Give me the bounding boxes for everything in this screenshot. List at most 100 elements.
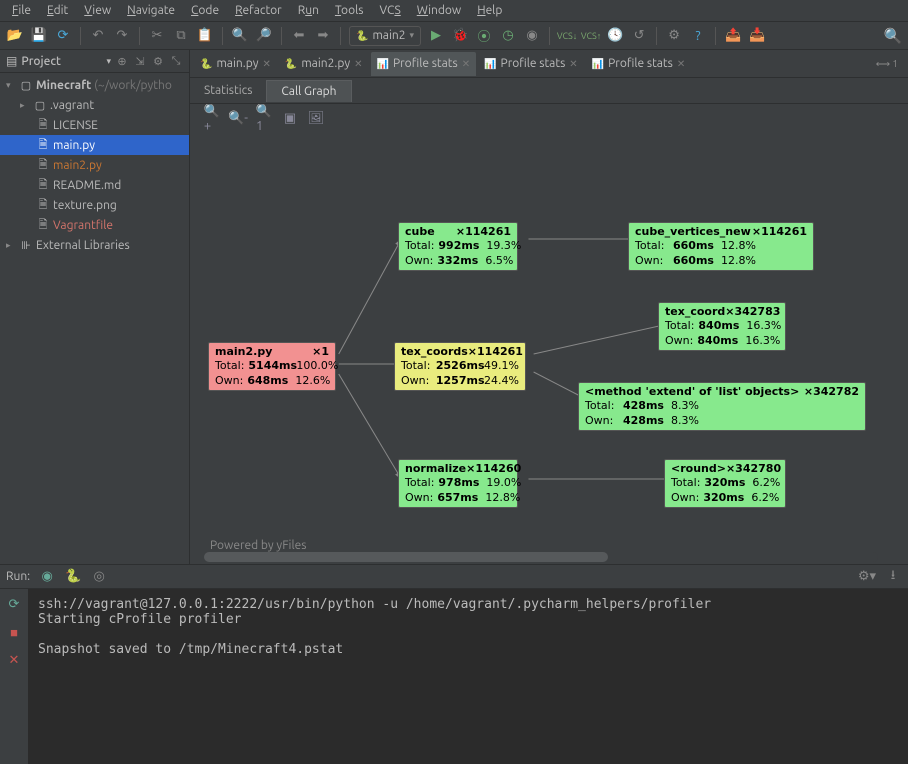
gear-icon[interactable]: ⚙▾ bbox=[858, 568, 876, 586]
project-tool-icon: ▤ bbox=[6, 54, 17, 68]
menu-navigate[interactable]: Navigate bbox=[119, 2, 183, 19]
menu-view[interactable]: View bbox=[76, 2, 119, 19]
download-icon[interactable]: ⭳ bbox=[884, 568, 902, 586]
tree-file-readme[interactable]: 🗎 README.md bbox=[0, 175, 189, 195]
project-root[interactable]: ▾ ▢ Minecraft (~/work/pytho bbox=[0, 75, 189, 95]
coverage-icon[interactable]: ⦿ bbox=[475, 27, 493, 45]
back-icon[interactable]: ⬅ bbox=[290, 27, 308, 45]
subtab-call-graph[interactable]: Call Graph bbox=[266, 80, 351, 102]
close-icon[interactable]: ✕ bbox=[677, 58, 685, 70]
separator bbox=[139, 27, 140, 45]
tree-file-vagrantfile[interactable]: 🗎 Vagrantfile bbox=[0, 215, 189, 235]
search-everywhere-icon[interactable]: 🔍 bbox=[884, 27, 902, 45]
call-graph-canvas[interactable]: 🔍+ 🔍- 🔍1 ▣ 🖼 bbox=[190, 104, 908, 564]
run-console[interactable]: ssh://vagrant@127.0.0.1:2222/usr/bin/pyt… bbox=[28, 589, 908, 764]
graph-toolbar: 🔍+ 🔍- 🔍1 ▣ 🖼 bbox=[204, 110, 324, 126]
run-target-icon[interactable]: ◉ bbox=[38, 568, 56, 586]
close-icon[interactable]: ✕ bbox=[569, 58, 577, 70]
menu-window[interactable]: Window bbox=[409, 2, 469, 19]
zoom-out-icon[interactable]: 🔍- bbox=[230, 110, 246, 126]
tree-file-license[interactable]: 🗎 LICENSE bbox=[0, 115, 189, 135]
vcs-history-icon[interactable]: 🕓 bbox=[606, 27, 624, 45]
rerun-icon[interactable]: ⟳ bbox=[5, 595, 23, 613]
profile-icon[interactable]: ◷ bbox=[499, 27, 517, 45]
vcs-revert-icon[interactable]: ↺ bbox=[630, 27, 648, 45]
tab-main2-py[interactable]: 🐍 main2.py ✕ bbox=[279, 52, 369, 76]
fit-icon[interactable]: ▣ bbox=[282, 110, 298, 126]
target-icon[interactable]: ⊕ bbox=[115, 54, 129, 68]
collapse-icon[interactable]: ⇲ bbox=[133, 54, 147, 68]
cut-icon[interactable]: ✂ bbox=[148, 27, 166, 45]
copy-icon[interactable]: ⧉ bbox=[172, 27, 190, 45]
horizontal-scrollbar[interactable] bbox=[204, 552, 878, 562]
node-cube[interactable]: cube×114261 Total:992ms19.3% Own:332ms6.… bbox=[398, 222, 518, 271]
menu-vcs[interactable]: VCS bbox=[371, 2, 408, 19]
hide-icon[interactable]: ⤡ bbox=[169, 54, 183, 68]
node-normalize[interactable]: normalize×114260 Total:978ms19.0% Own:65… bbox=[398, 459, 518, 508]
deployment-icon[interactable]: 📤 bbox=[724, 27, 742, 45]
menu-run[interactable]: Run bbox=[290, 2, 327, 19]
replace-icon[interactable]: 🔎 bbox=[255, 27, 273, 45]
profile-icon: 📊 bbox=[484, 58, 496, 70]
menu-help[interactable]: Help bbox=[469, 2, 510, 19]
node-cube-vertices-new[interactable]: cube_vertices_new×114261 Total:660ms12.8… bbox=[628, 222, 814, 271]
save-all-icon[interactable]: 💾 bbox=[30, 27, 48, 45]
subtab-statistics[interactable]: Statistics bbox=[190, 80, 266, 101]
menu-edit[interactable]: Edit bbox=[39, 2, 76, 19]
concurrency-icon[interactable]: ◉ bbox=[523, 27, 541, 45]
vcs-update-icon[interactable]: VCS↓ bbox=[558, 27, 576, 45]
redo-icon[interactable]: ↷ bbox=[113, 27, 131, 45]
tab-profile-stats-1[interactable]: 📊 Profile stats ✕ bbox=[371, 52, 477, 76]
close-icon[interactable]: ✕ bbox=[354, 58, 362, 70]
python-icon[interactable]: 🐍 bbox=[64, 568, 82, 586]
find-icon[interactable]: 🔍 bbox=[231, 27, 249, 45]
project-tree[interactable]: ▾ ▢ Minecraft (~/work/pytho ▸ ▢ .vagrant… bbox=[0, 73, 189, 564]
close-icon[interactable]: ✕ bbox=[262, 58, 270, 70]
forward-icon[interactable]: ➡ bbox=[314, 27, 332, 45]
node-round[interactable]: <round>×342780 Total:320ms6.2% Own:320ms… bbox=[664, 459, 786, 508]
help-icon[interactable]: ? bbox=[689, 27, 707, 45]
node-tex-coords[interactable]: tex_coords×114261 Total:2526ms49.1% Own:… bbox=[394, 342, 526, 391]
library-icon: ⊪ bbox=[19, 239, 33, 252]
stop-icon[interactable]: ■ bbox=[5, 623, 23, 641]
vcs-commit-icon[interactable]: VCS↑ bbox=[582, 27, 600, 45]
deployment-download-icon[interactable]: 📥 bbox=[748, 27, 766, 45]
close-icon[interactable]: ✕ bbox=[5, 651, 23, 669]
menu-code[interactable]: Code bbox=[183, 2, 227, 19]
sync-icon[interactable]: ⟳ bbox=[54, 27, 72, 45]
menu-refactor[interactable]: Refactor bbox=[227, 2, 290, 19]
scrollbar-thumb[interactable] bbox=[204, 552, 608, 562]
open-icon[interactable]: 📂 bbox=[6, 27, 24, 45]
undo-icon[interactable]: ↶ bbox=[89, 27, 107, 45]
external-libraries[interactable]: ▸ ⊪ External Libraries bbox=[0, 235, 189, 255]
file-icon: 🗎 bbox=[36, 216, 50, 235]
tab-profile-stats-2[interactable]: 📊 Profile stats ✕ bbox=[478, 52, 584, 76]
tab-main-py[interactable]: 🐍 main.py ✕ bbox=[194, 52, 277, 76]
tree-file-main2-py[interactable]: 🗎 main2.py bbox=[0, 155, 189, 175]
node-list-extend[interactable]: <method 'extend' of 'list' objects>×3427… bbox=[578, 382, 866, 431]
zoom-reset-icon[interactable]: 🔍1 bbox=[256, 110, 272, 126]
run-icon[interactable]: ▶ bbox=[427, 27, 445, 45]
tree-file-main-py[interactable]: 🗎 main.py bbox=[0, 135, 189, 155]
zoom-in-icon[interactable]: 🔍+ bbox=[204, 110, 220, 126]
menu-file[interactable]: File bbox=[4, 2, 39, 19]
editor-tabs: 🐍 main.py ✕ 🐍 main2.py ✕ 📊 Profile stats… bbox=[190, 50, 908, 78]
menu-tools[interactable]: Tools bbox=[327, 2, 372, 19]
file-icon: 🗎 bbox=[36, 176, 50, 195]
close-icon[interactable]: ✕ bbox=[462, 58, 470, 70]
chevron-right-icon: ▸ bbox=[6, 240, 16, 251]
node-main2[interactable]: main2.py×1 Total:5144ms100.0% Own:648ms1… bbox=[208, 342, 336, 391]
debug-icon[interactable]: 🐞 bbox=[451, 27, 469, 45]
paste-icon[interactable]: 📋 bbox=[196, 27, 214, 45]
node-tex-coord[interactable]: tex_coord×342783 Total:840ms16.3% Own:84… bbox=[658, 302, 786, 351]
gear-icon[interactable]: ⚙ bbox=[151, 54, 165, 68]
tree-folder-vagrant[interactable]: ▸ ▢ .vagrant bbox=[0, 95, 189, 115]
run-config-selector[interactable]: 🐍 main2 ▾ bbox=[349, 26, 421, 46]
tab-profile-stats-3[interactable]: 📊 Profile stats ✕ bbox=[586, 52, 692, 76]
concurrency-icon[interactable]: ◎ bbox=[90, 568, 108, 586]
export-icon[interactable]: 🖼 bbox=[308, 110, 324, 126]
settings-icon[interactable]: ⚙ bbox=[665, 27, 683, 45]
chevron-down-icon[interactable]: ▾ bbox=[106, 56, 111, 67]
separator bbox=[656, 27, 657, 45]
tree-file-texture[interactable]: 🗎 texture.png bbox=[0, 195, 189, 215]
